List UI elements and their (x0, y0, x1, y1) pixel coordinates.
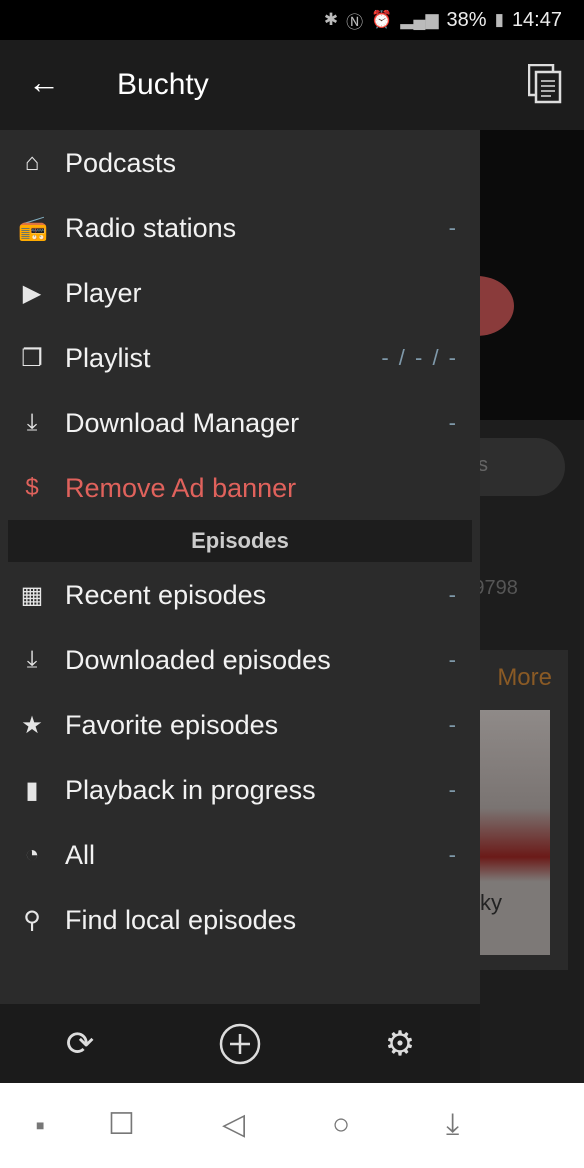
play-box-icon: ▶ (22, 279, 42, 307)
section-header-episodes: Episodes (8, 520, 472, 562)
drawer-item-label: Podcasts (65, 147, 177, 178)
refresh-icon[interactable]: ⟳ (58, 1022, 102, 1066)
drawer-item-count: - (448, 712, 458, 737)
back-icon[interactable]: ◁ (222, 1109, 245, 1141)
system-nav-bar: ■ ☐ ◁ ○ ⤓ (0, 1083, 584, 1168)
drawer-item-label: Playlist (65, 342, 151, 373)
drawer-item-count: - (448, 215, 458, 240)
star-icon: ★ (21, 711, 43, 739)
drawer-item-find-local-episodes[interactable]: ⚲ Find local episodes (0, 888, 480, 952)
drawer-item-label: Recent episodes (65, 579, 267, 610)
download-icon: ⤓ (26, 646, 38, 673)
drawer-item-count: - / - / - (381, 345, 458, 370)
drawer-item-label: All (65, 839, 96, 870)
status-bar: ✱ Ⓝ ⏰ ▂▄▆ 38% ▮ 14:47 (0, 0, 584, 40)
hide-keyboard-icon[interactable]: ⤓ (446, 1109, 459, 1141)
home-icon[interactable]: ○ (332, 1109, 350, 1141)
drawer-item-count: - (448, 647, 458, 672)
drawer-item-playback-in-progress[interactable]: ▮ Playback in progress - (0, 758, 480, 822)
search-icon: ⚲ (23, 906, 41, 934)
home-icon: ⌂ (24, 149, 40, 176)
signal-icon: ▂▄▆ (400, 10, 439, 29)
drawer-item-label: Downloaded episodes (65, 644, 331, 675)
rss-icon: ◔ (24, 841, 40, 868)
drawer-item-download-manager[interactable]: ⤓ Download Manager - (0, 391, 480, 455)
bookmark-icon: ▮ (25, 776, 39, 804)
drawer-item-count: - (448, 842, 458, 867)
drawer-item-favorite-episodes[interactable]: ★ Favorite episodes - (0, 693, 480, 757)
clock: 14:47 (511, 8, 562, 31)
drawer-item-all[interactable]: ◔ All - (0, 823, 480, 887)
drawer-item-count: - (448, 582, 458, 607)
drawer-item-count: - (448, 410, 458, 435)
arrow-left-icon[interactable]: ← (28, 64, 60, 101)
copy-documents-icon[interactable] (528, 64, 562, 104)
download-icon: ⤓ (26, 409, 38, 436)
drawer-item-label: Remove Ad banner (65, 472, 297, 503)
drawer-item-label: Find local episodes (65, 904, 297, 935)
drawer-item-label: Playback in progress (65, 774, 316, 805)
drawer-item-count: - (448, 777, 458, 802)
dot-icon[interactable]: ■ (36, 1109, 44, 1141)
drawer-item-label: Radio stations (65, 212, 237, 243)
drawer-item-downloaded-episodes[interactable]: ⤓ Downloaded episodes - (0, 628, 480, 692)
toolbar: ← Buchty (0, 40, 584, 130)
battery-icon: ▮ (494, 10, 504, 29)
drawer-item-label: Favorite episodes (65, 709, 279, 740)
drawer-item-recent-episodes[interactable]: ▦ Recent episodes - (0, 563, 480, 627)
dollar-icon: $ (25, 474, 39, 501)
drawer-item-player[interactable]: ▶ Player (0, 261, 480, 325)
drawer-item-playlist[interactable]: ❐ Playlist - / - / - (0, 326, 480, 390)
add-circle-icon[interactable] (218, 1022, 262, 1066)
playlist-icon: ❐ (21, 344, 43, 372)
drawer-item-label: Player (65, 277, 142, 308)
bluetooth-icon: ✱ (323, 10, 339, 29)
nfc-icon: Ⓝ (346, 12, 364, 32)
recent-apps-icon[interactable]: ☐ (108, 1109, 135, 1141)
drawer-bottom-bar: ⟳ ⚙ (0, 1004, 480, 1083)
card-title: ky (480, 890, 502, 915)
more-link: More (497, 664, 552, 691)
drawer-item-label: Download Manager (65, 407, 300, 438)
drawer-item-remove-ad-banner[interactable]: $ Remove Ad banner (0, 456, 480, 520)
page-title: Buchty (117, 68, 209, 101)
alarm-icon: ⏰ (371, 10, 393, 29)
settings-icon[interactable]: ⚙ (378, 1022, 422, 1066)
podcast-artwork (480, 710, 550, 955)
calendar-icon: ▦ (20, 581, 44, 609)
battery-percent: 38% (446, 8, 487, 31)
radio-icon: 📻 (18, 214, 48, 242)
drawer-item-radio-stations[interactable]: 📻 Radio stations - (0, 196, 480, 260)
navigation-drawer: Episodes ⌂ Podcasts 📻 Radio stations - ▶ Playe… (0, 130, 480, 1004)
drawer-item-podcasts[interactable]: ⌂ Podcasts (0, 131, 480, 195)
